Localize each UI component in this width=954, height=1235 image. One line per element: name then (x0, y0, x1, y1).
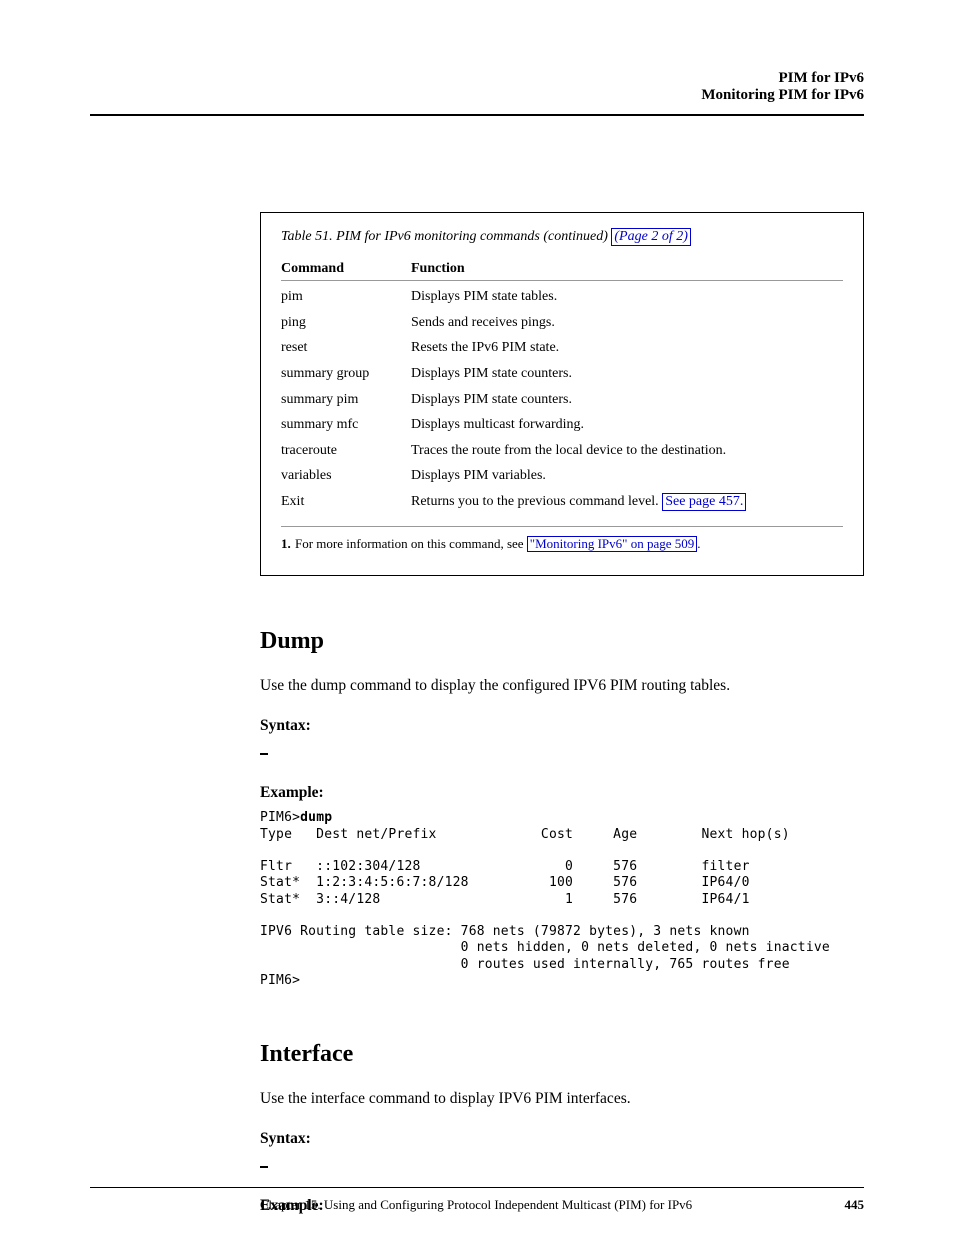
footnote-suffix: . (697, 536, 700, 551)
output-line: Stat* 1:2:3:4:5:6:7:8/128 100 576 IP64/0 (260, 875, 750, 890)
footnote-number: 1. (281, 535, 295, 553)
table-bottom-rule (281, 526, 843, 527)
fn-cell: Sends and receives pings. (411, 313, 843, 333)
syntax-label: Syntax: (260, 1128, 854, 1150)
cmd-cell: pim (281, 287, 411, 307)
table-caption: Table 51. PIM for IPv6 monitoring comman… (281, 227, 843, 247)
fn-cell: Resets the IPv6 PIM state. (411, 338, 843, 358)
fn-cell: Displays PIM state counters. (411, 390, 843, 410)
output-footer-line: 0 routes used internally, 765 routes fre… (260, 957, 790, 972)
cmd-cell: traceroute (281, 441, 411, 461)
header-line2: Monitoring PIM for IPv6 (90, 87, 864, 104)
fn-cell: Displays PIM variables. (411, 466, 843, 486)
cmd-cell: reset (281, 338, 411, 358)
caption-pageref-link[interactable]: (Page 2 of 2) (611, 228, 690, 246)
footer-page-number: 445 (845, 1197, 865, 1213)
table-head-function: Function (411, 259, 843, 279)
fn-cell: Returns you to the previous command leve… (411, 492, 843, 512)
cmd-cell: summary pim (281, 390, 411, 410)
table-row: summary pim Displays PIM state counters. (281, 390, 843, 410)
output-header: Type Dest net/Prefix Cost Age Next hop(s… (260, 827, 790, 842)
fn-cell: Traces the route from the local device t… (411, 441, 843, 461)
footer-rule (90, 1187, 864, 1189)
table-row: Exit Returns you to the previous command… (281, 492, 843, 512)
table-footnote: 1. For more information on this command,… (281, 535, 843, 553)
page-footer: Chapter 15. Using and Configuring Protoc… (260, 1197, 864, 1213)
table-row: summary mfc Displays multicast forwardin… (281, 415, 843, 435)
example-label: Example: (260, 782, 854, 804)
end-prompt: PIM6> (260, 973, 300, 988)
running-header: PIM for IPv6 Monitoring PIM for IPv6 (90, 70, 864, 104)
cmd-cell: Exit (281, 492, 411, 512)
cmd-cell: ping (281, 313, 411, 333)
footnote-text: For more information on this command, se… (295, 535, 843, 553)
cmd-cell: summary group (281, 364, 411, 384)
entered-command: dump (300, 810, 332, 825)
page: PIM for IPv6 Monitoring PIM for IPv6 Tab… (0, 0, 954, 1235)
output-line: Fltr ::102:304/128 0 576 filter (260, 859, 750, 874)
syntax-dash (260, 1155, 854, 1177)
interface-description: Use the interface command to display IPV… (260, 1088, 854, 1110)
caption-text: Table 51. PIM for IPv6 monitoring comman… (281, 229, 608, 244)
fn-cell: Displays PIM state counters. (411, 364, 843, 384)
see-page-link[interactable]: See page 457. (662, 493, 746, 511)
table-head-row: Command Function (281, 259, 843, 282)
table-head-command: Command (281, 259, 411, 279)
output-footer-line: IPV6 Routing table size: 768 nets (79872… (260, 924, 750, 939)
prompt: PIM6> (260, 810, 300, 825)
dump-description: Use the dump command to display the conf… (260, 675, 854, 697)
cmd-cell: variables (281, 466, 411, 486)
dump-example-output: PIM6>dump Type Dest net/Prefix Cost Age … (260, 810, 854, 989)
header-rule (90, 114, 864, 116)
section-dump: Dump Use the dump command to display the… (260, 624, 854, 989)
header-line1: PIM for IPv6 (90, 70, 864, 87)
cmd-cell: summary mfc (281, 415, 411, 435)
output-line: Stat* 3::4/128 1 576 IP64/1 (260, 892, 750, 907)
section-interface: Interface Use the interface command to d… (260, 1037, 854, 1218)
table-row: variables Displays PIM variables. (281, 466, 843, 486)
footnote-xref-link[interactable]: "Monitoring IPv6" on page 509 (527, 536, 697, 553)
fn-cell: Displays multicast forwarding. (411, 415, 843, 435)
fn-cell: Displays PIM state tables. (411, 287, 843, 307)
table-row: ping Sends and receives pings. (281, 313, 843, 333)
table-row: pim Displays PIM state tables. (281, 287, 843, 307)
command-table: Table 51. PIM for IPv6 monitoring comman… (260, 212, 864, 576)
footer-chapter-text: Chapter 15. Using and Configuring Protoc… (260, 1197, 692, 1213)
syntax-dash (260, 741, 854, 763)
section-title-dump: Dump (260, 624, 854, 659)
footnote-prefix: For more information on this command, se… (295, 536, 527, 551)
fn-text: Returns you to the previous command leve… (411, 494, 659, 509)
output-footer-line: 0 nets hidden, 0 nets deleted, 0 nets in… (260, 940, 830, 955)
table-row: traceroute Traces the route from the loc… (281, 441, 843, 461)
table-row: summary group Displays PIM state counter… (281, 364, 843, 384)
syntax-label: Syntax: (260, 715, 854, 737)
section-title-interface: Interface (260, 1037, 854, 1072)
table-row: reset Resets the IPv6 PIM state. (281, 338, 843, 358)
